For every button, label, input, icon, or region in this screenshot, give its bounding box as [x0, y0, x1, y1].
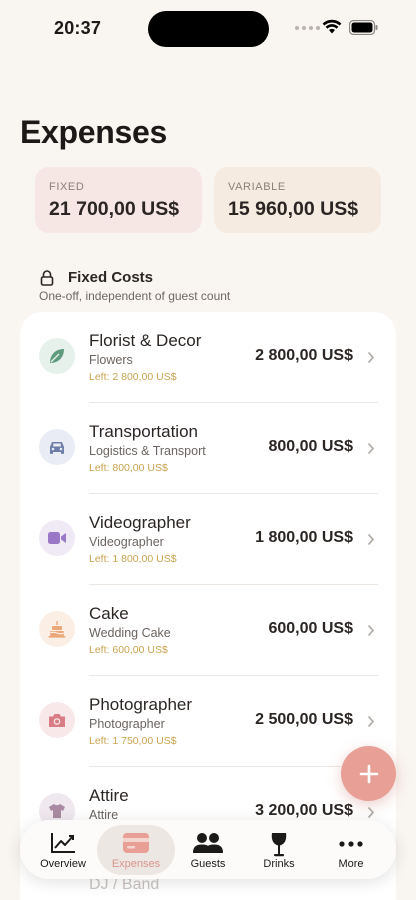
expense-category: Wedding Cake [89, 626, 171, 640]
expense-left: Left: 600,00 US$ [89, 644, 168, 656]
tab-more[interactable]: More [312, 825, 390, 875]
variable-value: 15 960,00 US$ [228, 198, 359, 220]
expense-name: Florist & Decor [89, 331, 202, 350]
expense-category: Videographer [89, 535, 164, 549]
expense-category: Photographer [89, 717, 165, 731]
variable-label: VARIABLE [228, 181, 286, 193]
section-title: Fixed Costs [68, 269, 154, 286]
fixed-summary-card[interactable]: FIXED 21 700,00 US$ [35, 167, 202, 233]
status-bar: 20:37 [0, 0, 416, 56]
variable-summary-card[interactable]: VARIABLE 15 960,00 US$ [214, 167, 381, 233]
tab-bar: Overview Expenses Guests Drinks More [20, 820, 396, 879]
people-icon [193, 833, 223, 853]
expense-row-photographer[interactable]: Photographer Photographer Left: 1 750,00… [20, 676, 396, 767]
camera-icon [39, 702, 75, 738]
section-subtitle: One-off, independent of guest count [39, 289, 231, 303]
tab-overview[interactable]: Overview [24, 825, 102, 875]
expense-name: Cake [89, 604, 129, 623]
battery-icon [349, 20, 378, 35]
expense-amount: 1 800,00 US$ [255, 529, 353, 546]
expense-category: Logistics & Transport [89, 444, 206, 458]
signal-icon [295, 26, 320, 30]
expense-left: Left: 2 800,00 US$ [89, 371, 177, 383]
expense-name: Attire [89, 786, 129, 805]
expense-name: Videographer [89, 513, 191, 532]
cake-icon [39, 611, 75, 647]
expense-row-cake[interactable]: Cake Wedding Cake Left: 600,00 US$ 600,0… [20, 585, 396, 676]
expense-left: Left: 1 750,00 US$ [89, 735, 177, 747]
chevron-right-icon [367, 806, 375, 819]
dynamic-island [148, 11, 269, 47]
page-title: Expenses [20, 114, 168, 150]
expense-name: Transportation [89, 422, 198, 441]
chevron-right-icon [367, 624, 375, 637]
tab-label: More [338, 858, 364, 870]
tab-label: Expenses [111, 858, 161, 870]
expense-amount: 800,00 US$ [268, 438, 353, 455]
expense-amount: 2 800,00 US$ [255, 347, 353, 364]
leaf-icon [39, 338, 75, 374]
video-camera-icon [39, 520, 75, 556]
lock-icon [40, 270, 54, 286]
more-icon [339, 841, 363, 847]
expense-list: Florist & Decor Flowers Left: 2 800,00 U… [20, 312, 396, 900]
expense-left: Left: 1 800,00 US$ [89, 553, 177, 565]
wine-glass-icon [271, 833, 287, 857]
expense-amount: 600,00 US$ [268, 620, 353, 637]
tab-drinks[interactable]: Drinks [240, 825, 318, 875]
tab-expenses[interactable]: Expenses [97, 825, 175, 875]
chevron-right-icon [367, 533, 375, 546]
add-expense-button[interactable] [341, 746, 396, 801]
expense-row-florist[interactable]: Florist & Decor Flowers Left: 2 800,00 U… [20, 312, 396, 403]
chevron-right-icon [367, 715, 375, 728]
chart-icon [51, 833, 75, 853]
tab-guests[interactable]: Guests [169, 825, 247, 875]
tab-label: Guests [190, 858, 226, 870]
chevron-right-icon [367, 351, 375, 364]
car-icon [39, 429, 75, 465]
chevron-right-icon [367, 442, 375, 455]
expense-name: Photographer [89, 695, 193, 714]
expense-category: Flowers [89, 353, 133, 367]
expense-row-transportation[interactable]: Transportation Logistics & Transport Lef… [20, 403, 396, 494]
tab-label: Overview [40, 858, 86, 870]
plus-icon [359, 764, 378, 783]
fixed-value: 21 700,00 US$ [49, 198, 180, 220]
wifi-icon [322, 19, 342, 34]
expense-row-videographer[interactable]: Videographer Videographer Left: 1 800,00… [20, 494, 396, 585]
fixed-label: FIXED [49, 181, 85, 193]
expense-amount: 2 500,00 US$ [255, 711, 353, 728]
card-icon [123, 833, 149, 853]
tab-label: Drinks [263, 858, 295, 870]
expense-left: Left: 800,00 US$ [89, 462, 168, 474]
expense-amount: 3 200,00 US$ [255, 802, 353, 819]
status-time: 20:37 [54, 18, 102, 38]
